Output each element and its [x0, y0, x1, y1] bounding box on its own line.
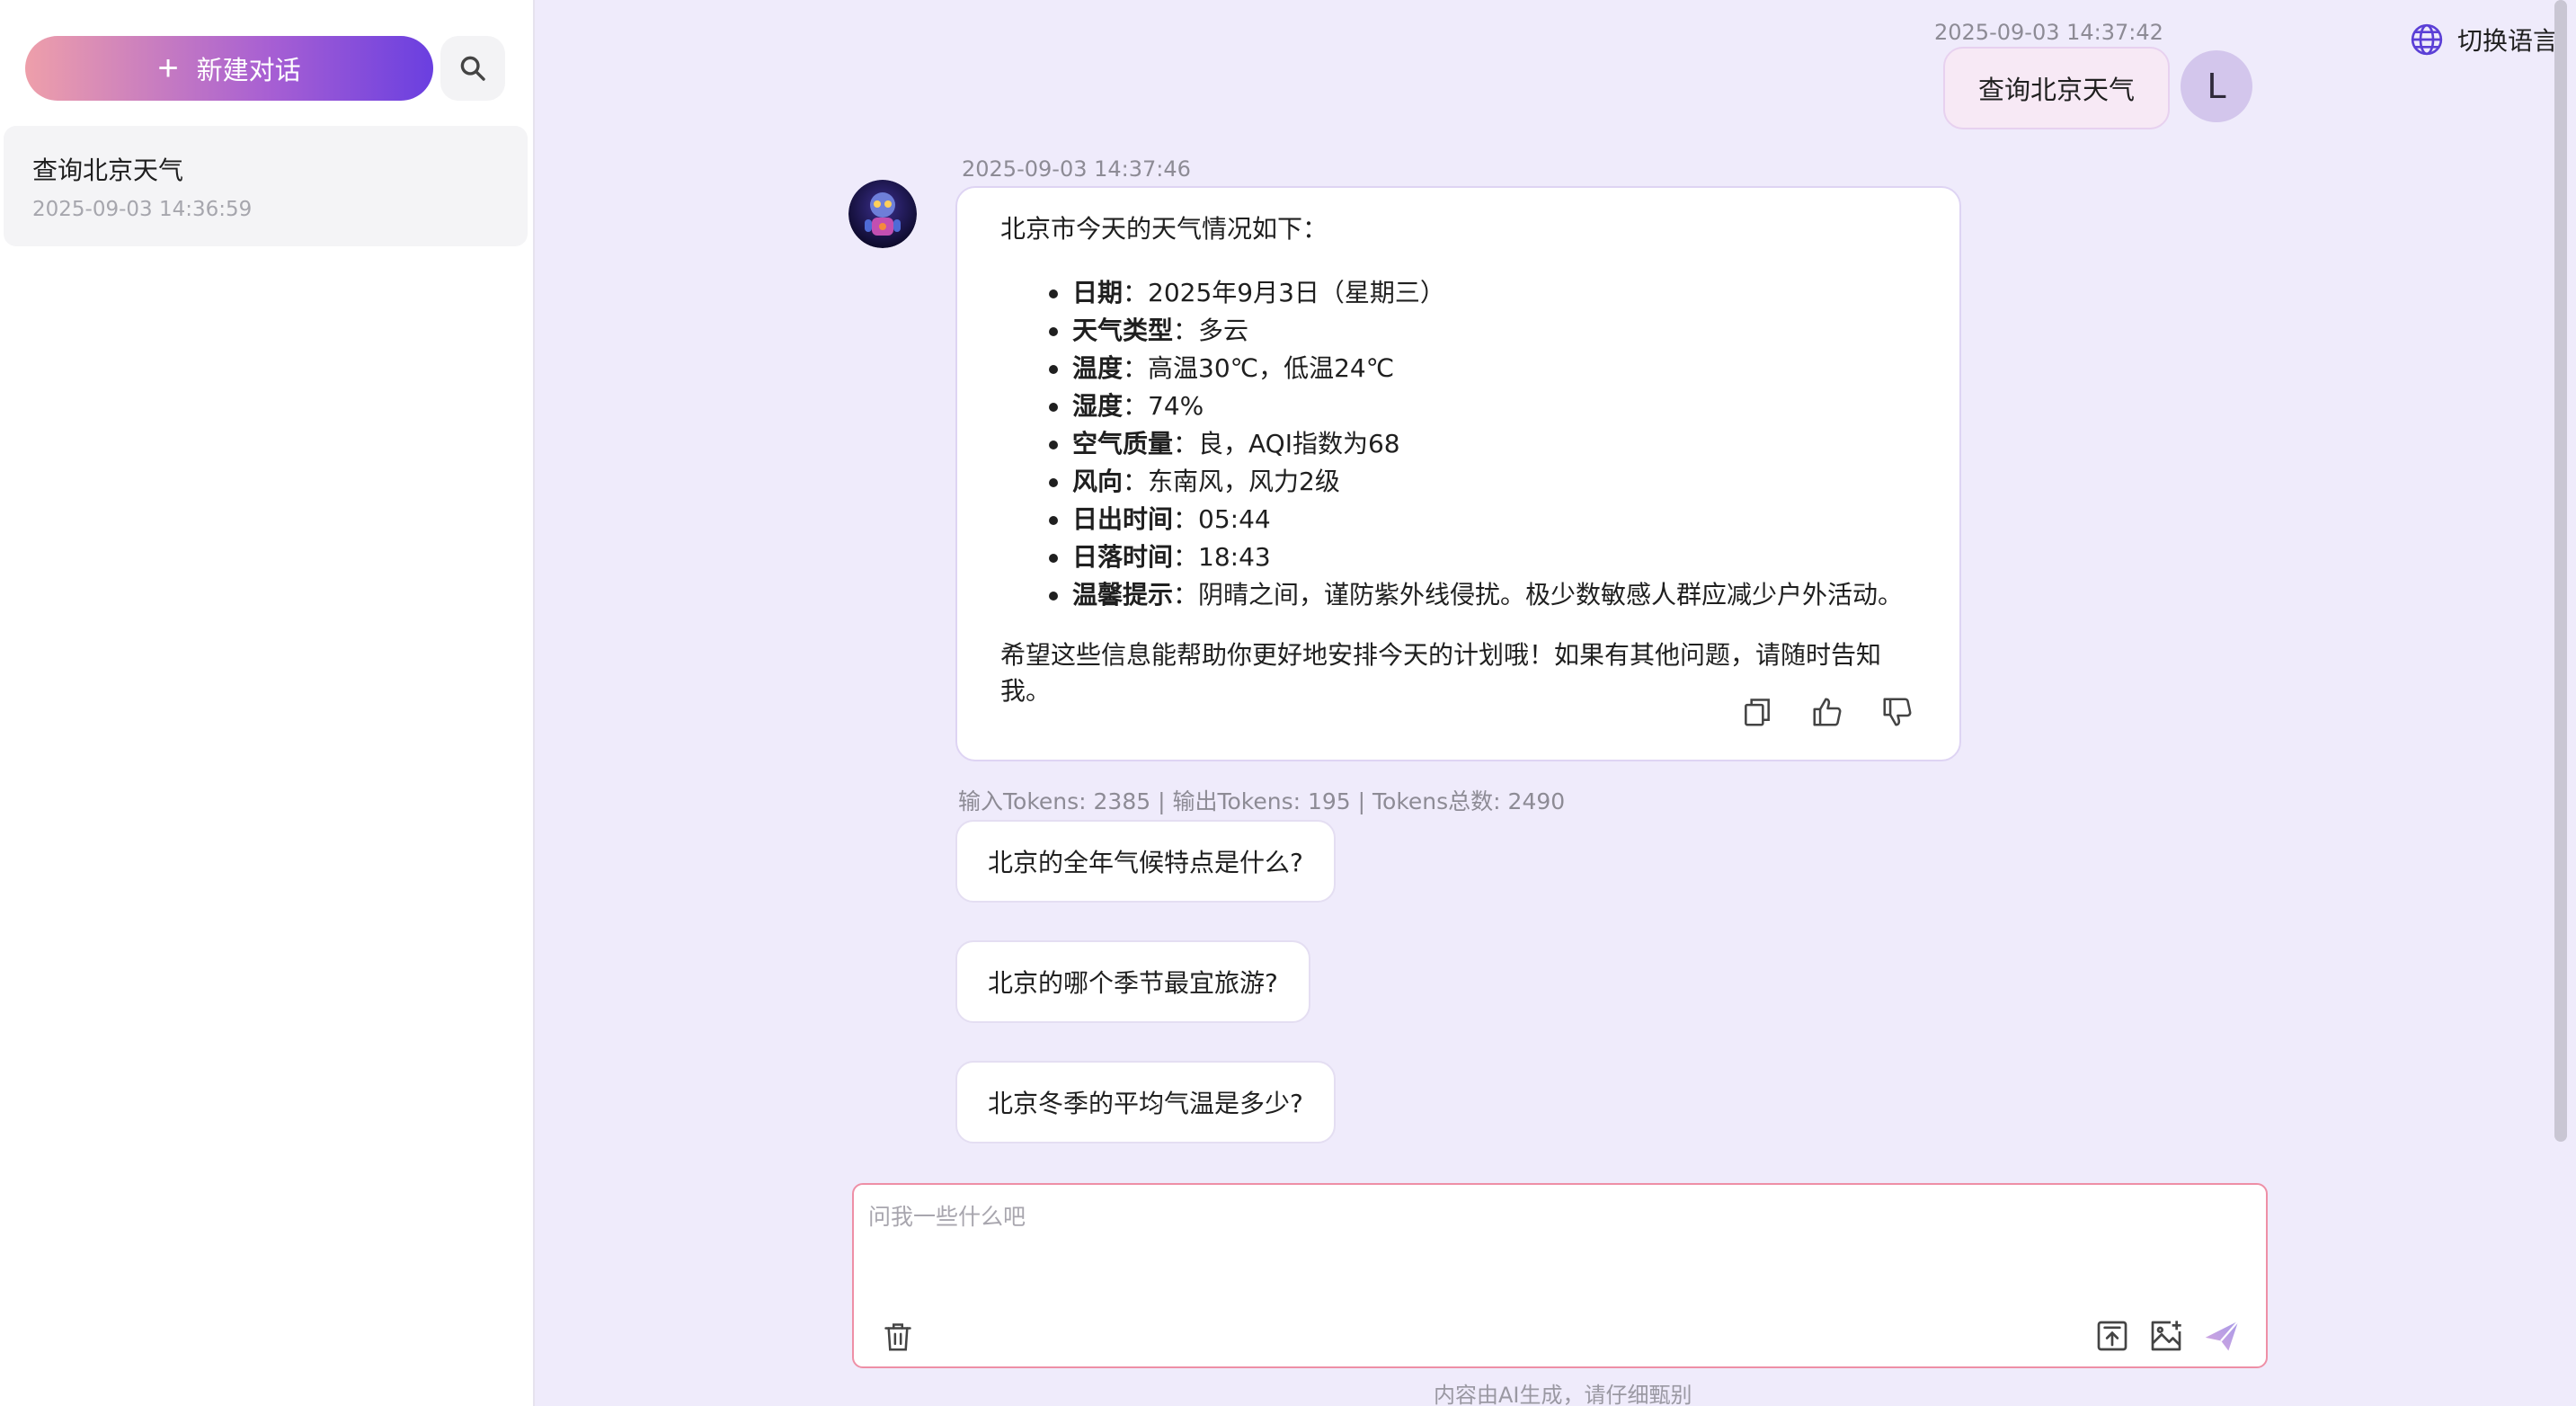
list-item: 温馨提示：阴晴之间，谨防紫外线侵扰。极少数敏感人群应减少户外活动。	[1000, 576, 1916, 614]
user-message-time: 2025-09-03 14:37:42	[1934, 20, 2163, 45]
image-add-icon	[2151, 1321, 2181, 1351]
copy-icon	[1745, 699, 1770, 726]
scrollbar[interactable]	[2554, 0, 2567, 1142]
suggestion-chip[interactable]: 北京的全年气候特点是什么?	[955, 820, 1336, 903]
upload-image-button[interactable]	[2148, 1318, 2184, 1354]
list-item-key: 日落时间	[1072, 542, 1174, 572]
bot-avatar	[848, 180, 917, 248]
list-item-key: 温度	[1072, 353, 1124, 383]
list-item-key: 日期	[1072, 278, 1124, 307]
list-item: 日期：2025年9月3日（星期三）	[1000, 274, 1916, 312]
list-item-key: 空气质量	[1072, 429, 1174, 458]
list-item-value: ：阴晴之间，谨防紫外线侵扰。极少数敏感人群应减少户外活动。	[1173, 580, 1904, 610]
trash-icon	[884, 1323, 911, 1351]
upload-icon	[2097, 1321, 2127, 1351]
message-actions	[1740, 695, 1914, 729]
list-item-key: 天气类型	[1072, 316, 1174, 345]
list-item: 温度：高温30℃，低温24℃	[1000, 350, 1916, 387]
bot-message-intro: 北京市今天的天气情况如下：	[1000, 214, 1328, 244]
list-item-value: ：18:43	[1173, 542, 1271, 572]
bot-message-time: 2025-09-03 14:37:46	[962, 156, 1191, 182]
list-item: 日出时间：05:44	[1000, 501, 1916, 538]
suggestion-chip[interactable]: 北京冬季的平均气温是多少?	[955, 1061, 1336, 1143]
like-button[interactable]	[1810, 695, 1844, 729]
thumbs-up-icon	[1813, 698, 1842, 726]
list-item: 风向：东南风，风力2级	[1000, 463, 1916, 501]
list-item: 湿度：74%	[1000, 387, 1916, 425]
user-avatar: L	[2181, 50, 2252, 122]
weather-list: 日期：2025年9月3日（星期三） 天气类型：多云 温度：高温30℃，低温24℃…	[1000, 274, 1916, 614]
copy-button[interactable]	[1740, 695, 1774, 729]
chat-input-box	[852, 1183, 2268, 1368]
list-item-value: ：高温30℃，低温24℃	[1123, 353, 1395, 383]
list-item-value: ：05:44	[1173, 504, 1271, 534]
list-item-key: 湿度	[1072, 391, 1124, 421]
dislike-button[interactable]	[1880, 695, 1914, 729]
thumbs-down-icon	[1883, 698, 1912, 726]
send-button[interactable]	[2202, 1316, 2242, 1356]
list-item-key: 日出时间	[1072, 504, 1174, 534]
list-item-value: ：74%	[1123, 391, 1204, 421]
ai-disclaimer: 内容由AI生成，请仔细甄别	[1434, 1383, 1692, 1406]
list-item-value: ：多云	[1173, 316, 1249, 345]
language-switch-button[interactable]: 切换语言	[2409, 22, 2558, 58]
list-item-key: 温馨提示	[1072, 580, 1174, 610]
list-item-value: ：东南风，风力2级	[1123, 467, 1340, 496]
suggestion-chip[interactable]: 北京的哪个季节最宜旅游?	[955, 940, 1310, 1023]
clear-chat-button[interactable]	[881, 1320, 915, 1354]
token-usage: 输入Tokens: 2385 | 输出Tokens: 195 | Tokens总…	[958, 788, 1566, 814]
list-item-value: ：2025年9月3日（星期三）	[1123, 278, 1445, 307]
chat-area: 切换语言 2025-09-03 14:37:42 查询北京天气 L 2025-0…	[535, 0, 2576, 1406]
language-switch-label: 切换语言	[2457, 26, 2559, 56]
send-icon	[2205, 1320, 2240, 1351]
upload-file-button[interactable]	[2094, 1318, 2130, 1354]
globe-icon	[2411, 23, 2443, 56]
bot-message-bubble: 北京市今天的天气情况如下： 日期：2025年9月3日（星期三） 天气类型：多云 …	[955, 186, 1961, 761]
chat-input[interactable]	[868, 1199, 2216, 1289]
list-item-value: ：良，AQI指数为68	[1173, 429, 1400, 458]
list-item: 天气类型：多云	[1000, 312, 1916, 350]
list-item: 空气质量：良，AQI指数为68	[1000, 425, 1916, 463]
user-message-bubble: 查询北京天气	[1943, 47, 2170, 129]
list-item-key: 风向	[1072, 467, 1124, 496]
robot-avatar-icon	[848, 180, 917, 248]
list-item: 日落时间：18:43	[1000, 538, 1916, 576]
